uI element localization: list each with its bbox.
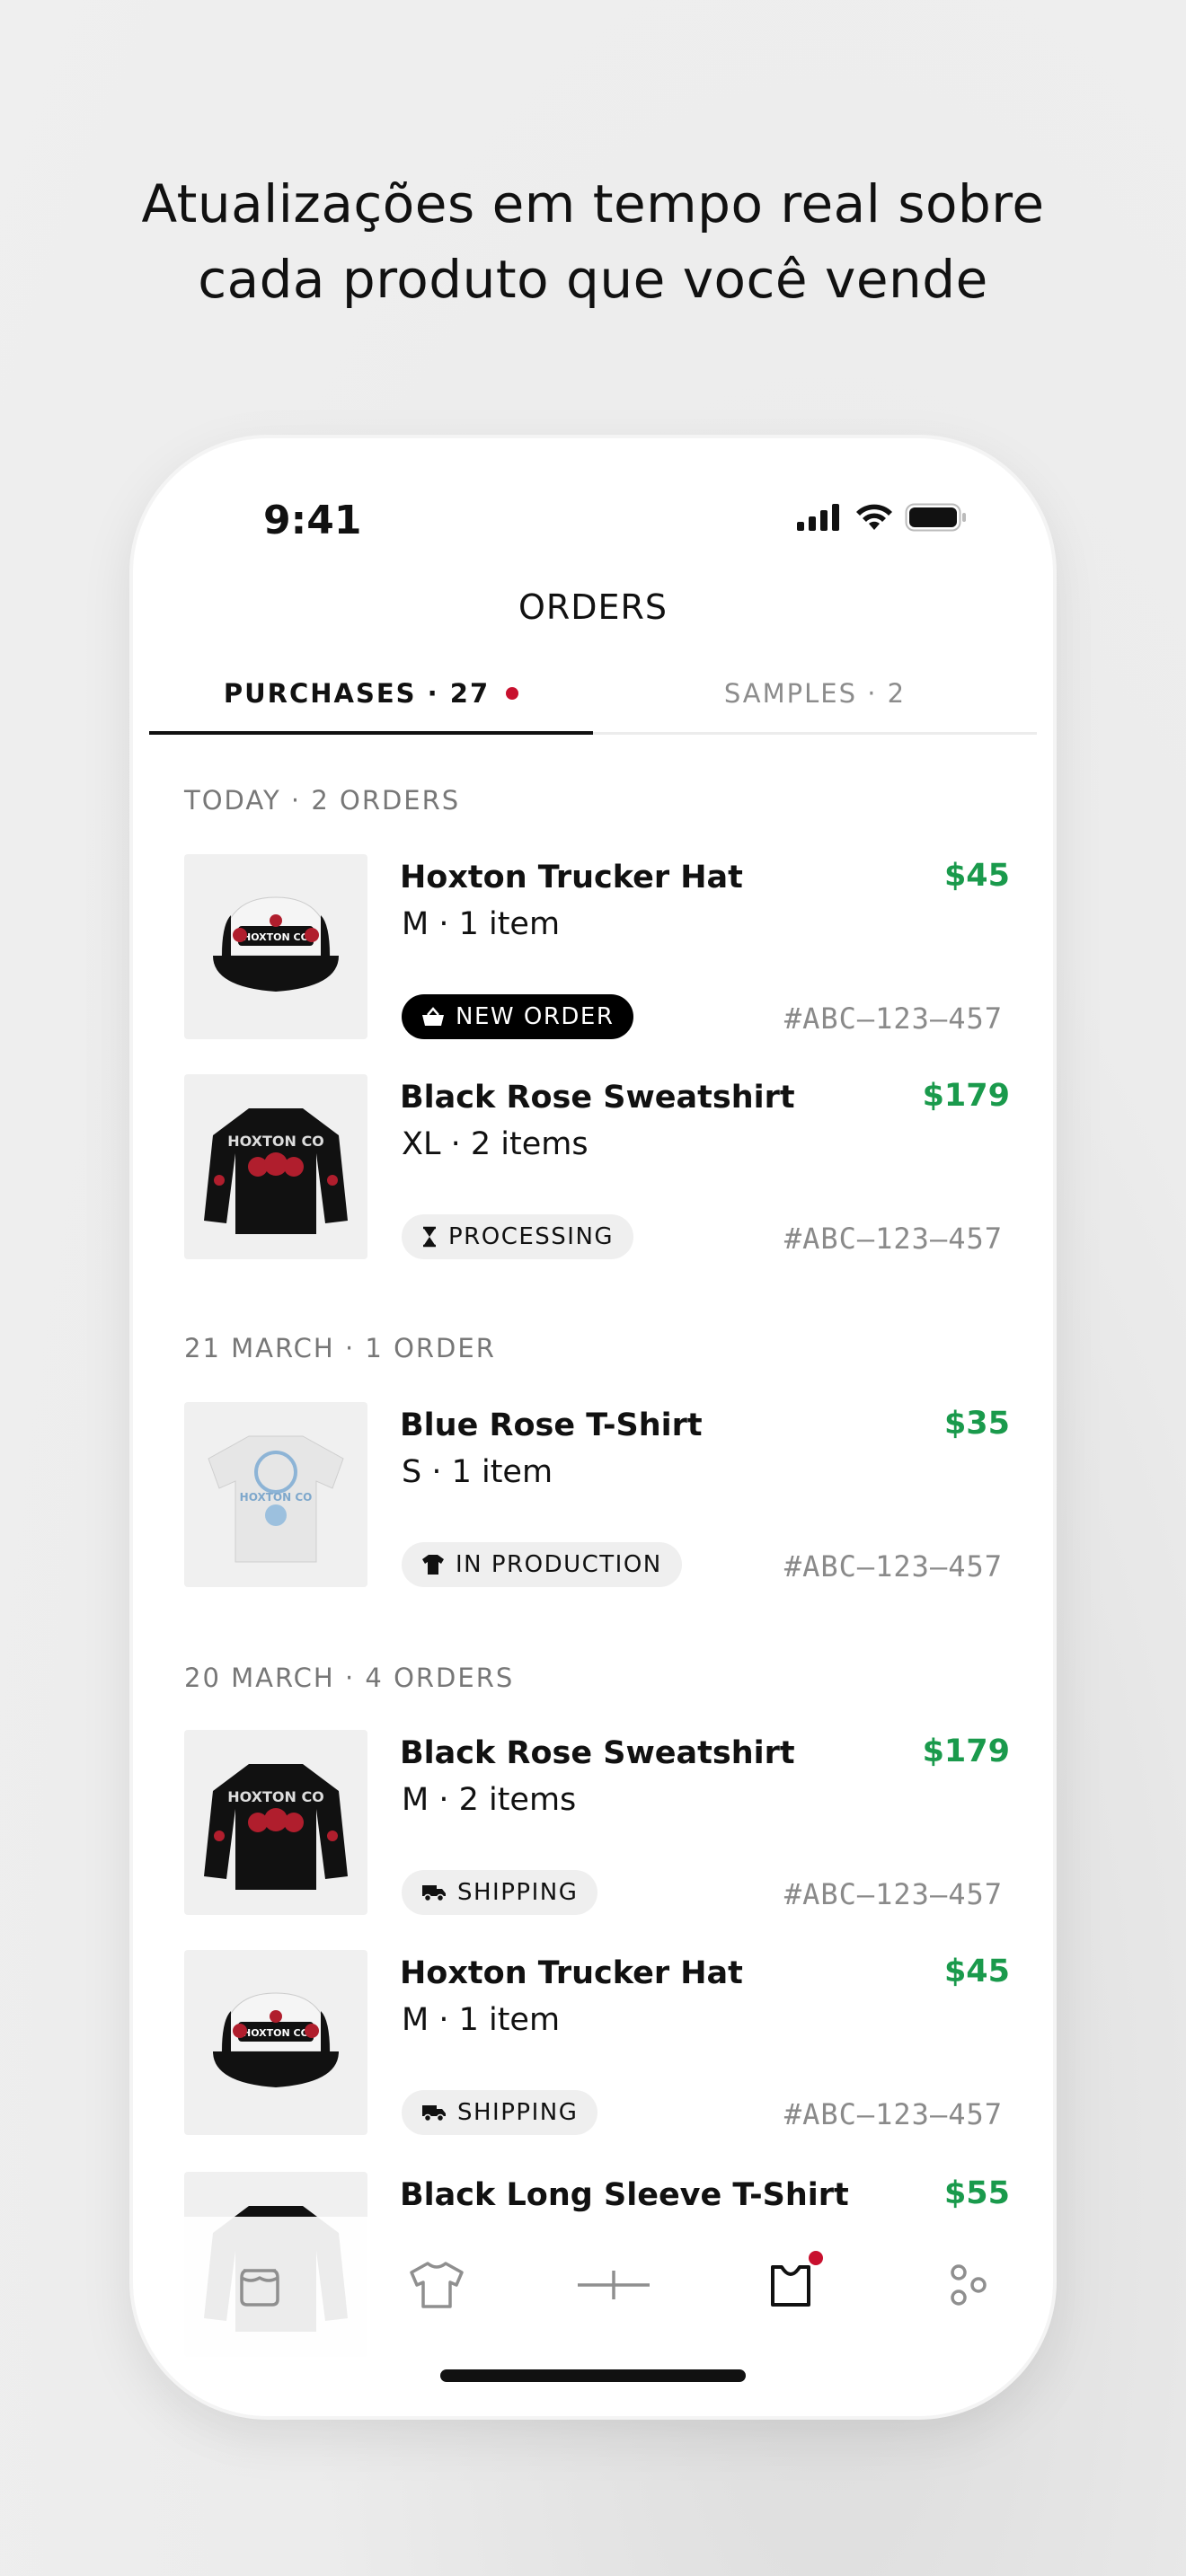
tabbar-products[interactable] <box>401 2249 473 2321</box>
signal-icon <box>797 504 839 531</box>
order-id: #ABC–123–457 <box>783 1001 1003 1036</box>
product-thumbnail: HOXTON CO <box>184 1950 367 2135</box>
truck-icon <box>422 1885 446 1902</box>
section-title: 21 MARCH · 1 ORDER <box>184 1333 496 1363</box>
product-name: Hoxton Trucker Hat <box>400 860 743 895</box>
product-thumbnail: HOXTON CO <box>184 1074 367 1259</box>
sweatshirt-image: HOXTON CO <box>204 1764 348 1890</box>
tshirt-outline-icon <box>410 2262 464 2308</box>
basket-icon <box>422 1007 444 1026</box>
product-name: Hoxton Trucker Hat <box>400 1955 743 1991</box>
product-detail: XL · 2 items <box>402 1126 589 1162</box>
status-time: 9:41 <box>263 498 362 543</box>
tab-samples[interactable]: SAMPLES · 2 <box>593 654 1037 732</box>
headline-line-1: Atualizações em tempo real sobre <box>141 173 1045 234</box>
home-indicator[interactable] <box>440 2369 746 2382</box>
order-id: #ABC–123–457 <box>783 1877 1003 1911</box>
headline: Atualizações em tempo real sobre cada pr… <box>0 166 1186 317</box>
status-badge: SHIPPING <box>402 1870 598 1915</box>
product-detail: S · 1 item <box>402 1454 553 1490</box>
tshirt-icon <box>422 1555 444 1575</box>
tabs: PURCHASES · 27 SAMPLES · 2 <box>149 654 1037 735</box>
tab-purchases-label: PURCHASES · 27 <box>223 677 491 709</box>
trucker-hat-image: HOXTON CO <box>213 1992 339 2087</box>
hourglass-icon <box>423 1226 436 1248</box>
product-price: $179 <box>922 1078 1010 1114</box>
product-thumbnail: HOXTON CO <box>184 854 367 1039</box>
order-row[interactable]: HOXTON CO Hoxton Trucker Hat M · 1 item … <box>184 1950 1010 2135</box>
headline-line-2: cada produto que você vende <box>198 249 988 310</box>
wifi-icon <box>856 504 892 530</box>
more-dots-icon <box>951 2264 987 2306</box>
tabbar-orders[interactable] <box>755 2249 827 2321</box>
tshirt-image: HOXTON CO <box>208 1435 344 1563</box>
truck-icon <box>422 2105 446 2122</box>
order-row[interactable]: HOXTON CO Blue Rose T-Shirt S · 1 item $… <box>184 1402 1010 1587</box>
thumb-brand-text: HOXTON CO <box>227 1133 324 1150</box>
status-badge: NEW ORDER <box>402 994 634 1039</box>
product-thumbnail: HOXTON CO <box>184 1730 367 1915</box>
status-label: NEW ORDER <box>456 1003 615 1030</box>
store-icon <box>240 2269 279 2307</box>
status-icons <box>797 503 968 532</box>
thumb-brand-text: HOXTON CO <box>243 2027 309 2039</box>
order-id: #ABC–123–457 <box>783 1549 1003 1584</box>
status-label: PROCESSING <box>448 1223 615 1250</box>
tab-samples-label: SAMPLES · 2 <box>723 677 907 709</box>
product-name: Blue Rose T-Shirt <box>400 1407 703 1443</box>
status-badge: SHIPPING <box>402 2090 598 2135</box>
product-name: Black Rose Sweatshirt <box>400 1080 795 1116</box>
product-thumbnail: HOXTON CO <box>184 1402 367 1587</box>
status-badge: PROCESSING <box>402 1214 634 1259</box>
status-label: SHIPPING <box>457 2099 579 2126</box>
product-detail: M · 1 item <box>402 906 561 942</box>
product-price: $45 <box>943 858 1010 894</box>
tabbar-store[interactable] <box>224 2249 296 2321</box>
bottom-tab-bar <box>149 2217 1037 2416</box>
tabbar-more[interactable] <box>932 2249 1004 2321</box>
plus-icon <box>578 2271 650 2299</box>
order-row[interactable]: HOXTON CO Black Rose Sweatshirt M · 2 it… <box>184 1730 1010 1915</box>
product-name: Black Rose Sweatshirt <box>400 1735 795 1771</box>
page-title: ORDERS <box>518 587 668 627</box>
product-detail: M · 2 items <box>402 1782 577 1818</box>
product-price: $55 <box>943 2175 1010 2211</box>
status-badge: IN PRODUCTION <box>402 1542 682 1587</box>
section-title: 20 MARCH · 4 ORDERS <box>184 1663 515 1693</box>
thumb-brand-text: HOXTON CO <box>243 931 309 943</box>
product-name: Black Long Sleeve T-Shirt <box>400 2177 849 2213</box>
product-detail: M · 1 item <box>402 2002 561 2038</box>
order-id: #ABC–123–457 <box>783 2097 1003 2131</box>
trucker-hat-image: HOXTON CO <box>213 896 339 992</box>
notification-dot <box>506 686 519 700</box>
phone-frame: 9:41 ORDERS PURCHASES · 27 SAMPLES · 2 T… <box>133 438 1053 2416</box>
tab-purchases[interactable]: PURCHASES · 27 <box>149 654 593 735</box>
thumb-brand-text: HOXTON CO <box>240 1491 313 1504</box>
order-id: #ABC–123–457 <box>783 1222 1003 1256</box>
order-row[interactable]: HOXTON CO Hoxton Trucker Hat M · 1 item … <box>184 854 1010 1039</box>
orders-bag-icon <box>771 2265 810 2307</box>
tabbar-add[interactable] <box>578 2249 650 2321</box>
section-title: TODAY · 2 ORDERS <box>184 785 461 816</box>
sweatshirt-image: HOXTON CO <box>204 1108 348 1234</box>
notification-dot <box>809 2251 823 2265</box>
battery-icon <box>905 503 966 532</box>
order-row[interactable]: HOXTON CO Black Rose Sweatshirt XL · 2 i… <box>184 1074 1010 1259</box>
product-price: $179 <box>922 1734 1010 1769</box>
status-label: IN PRODUCTION <box>456 1551 662 1578</box>
thumb-brand-text: HOXTON CO <box>227 1788 324 1805</box>
status-label: SHIPPING <box>457 1879 579 1906</box>
product-price: $35 <box>943 1406 1010 1442</box>
product-price: $45 <box>943 1954 1010 1989</box>
